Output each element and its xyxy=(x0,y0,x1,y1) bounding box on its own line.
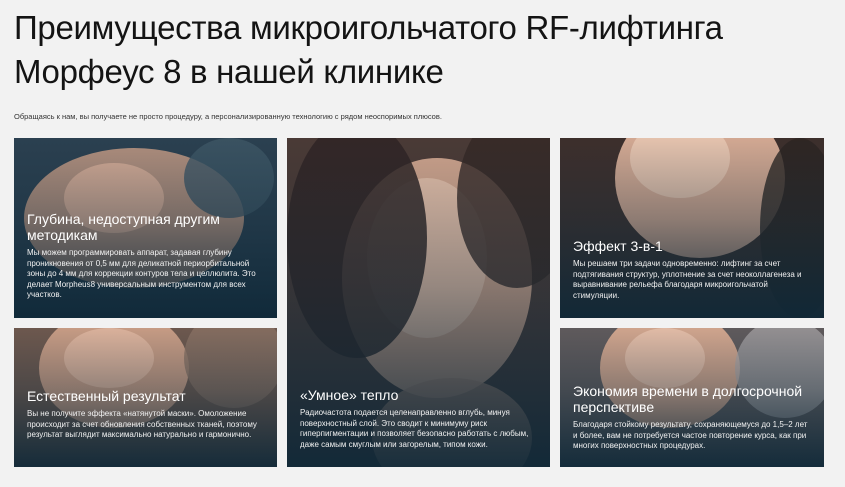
intro-text: Обращаясь к нам, вы получаете не просто … xyxy=(14,112,442,121)
benefit-card-smart-heat: «Умное» тепло Радиочастота подается целе… xyxy=(287,138,550,467)
card-text: Вы не получите эффекта «натянутой маски»… xyxy=(27,409,257,440)
card-title: Эффект 3-в-1 xyxy=(573,238,663,254)
card-content: Экономия времени в долгосрочной перспект… xyxy=(573,383,812,452)
card-title: Естественный результат xyxy=(27,388,186,404)
benefit-card-depth: Глубина, недоступная другим методикам Мы… xyxy=(14,138,277,318)
card-text: Мы решаем три задачи одновременно: лифти… xyxy=(573,259,802,300)
card-content: Естественный результат Вы не получите эф… xyxy=(27,388,265,441)
card-content: Эффект 3-в-1 Мы решаем три задачи одновр… xyxy=(573,238,812,301)
card-content: «Умное» тепло Радиочастота подается целе… xyxy=(300,387,538,450)
card-text: Радиочастота подается целенаправленно вг… xyxy=(300,408,529,449)
benefit-card-3in1: Эффект 3-в-1 Мы решаем три задачи одновр… xyxy=(560,138,824,318)
benefit-card-time-saving: Экономия времени в долгосрочной перспект… xyxy=(560,328,824,467)
page-title: Преимущества микроигольчатого RF-лифтинг… xyxy=(14,9,723,90)
card-content: Глубина, недоступная другим методикам Мы… xyxy=(27,211,265,301)
card-title: Глубина, недоступная другим методикам xyxy=(27,211,220,243)
benefit-card-natural-result: Естественный результат Вы не получите эф… xyxy=(14,328,277,467)
card-title: Экономия времени в долгосрочной перспект… xyxy=(573,383,803,415)
card-text: Благодаря стойкому результату, сохраняющ… xyxy=(573,420,808,451)
card-text: Мы можем программировать аппарат, задава… xyxy=(27,248,256,300)
card-title: «Умное» тепло xyxy=(300,387,399,403)
